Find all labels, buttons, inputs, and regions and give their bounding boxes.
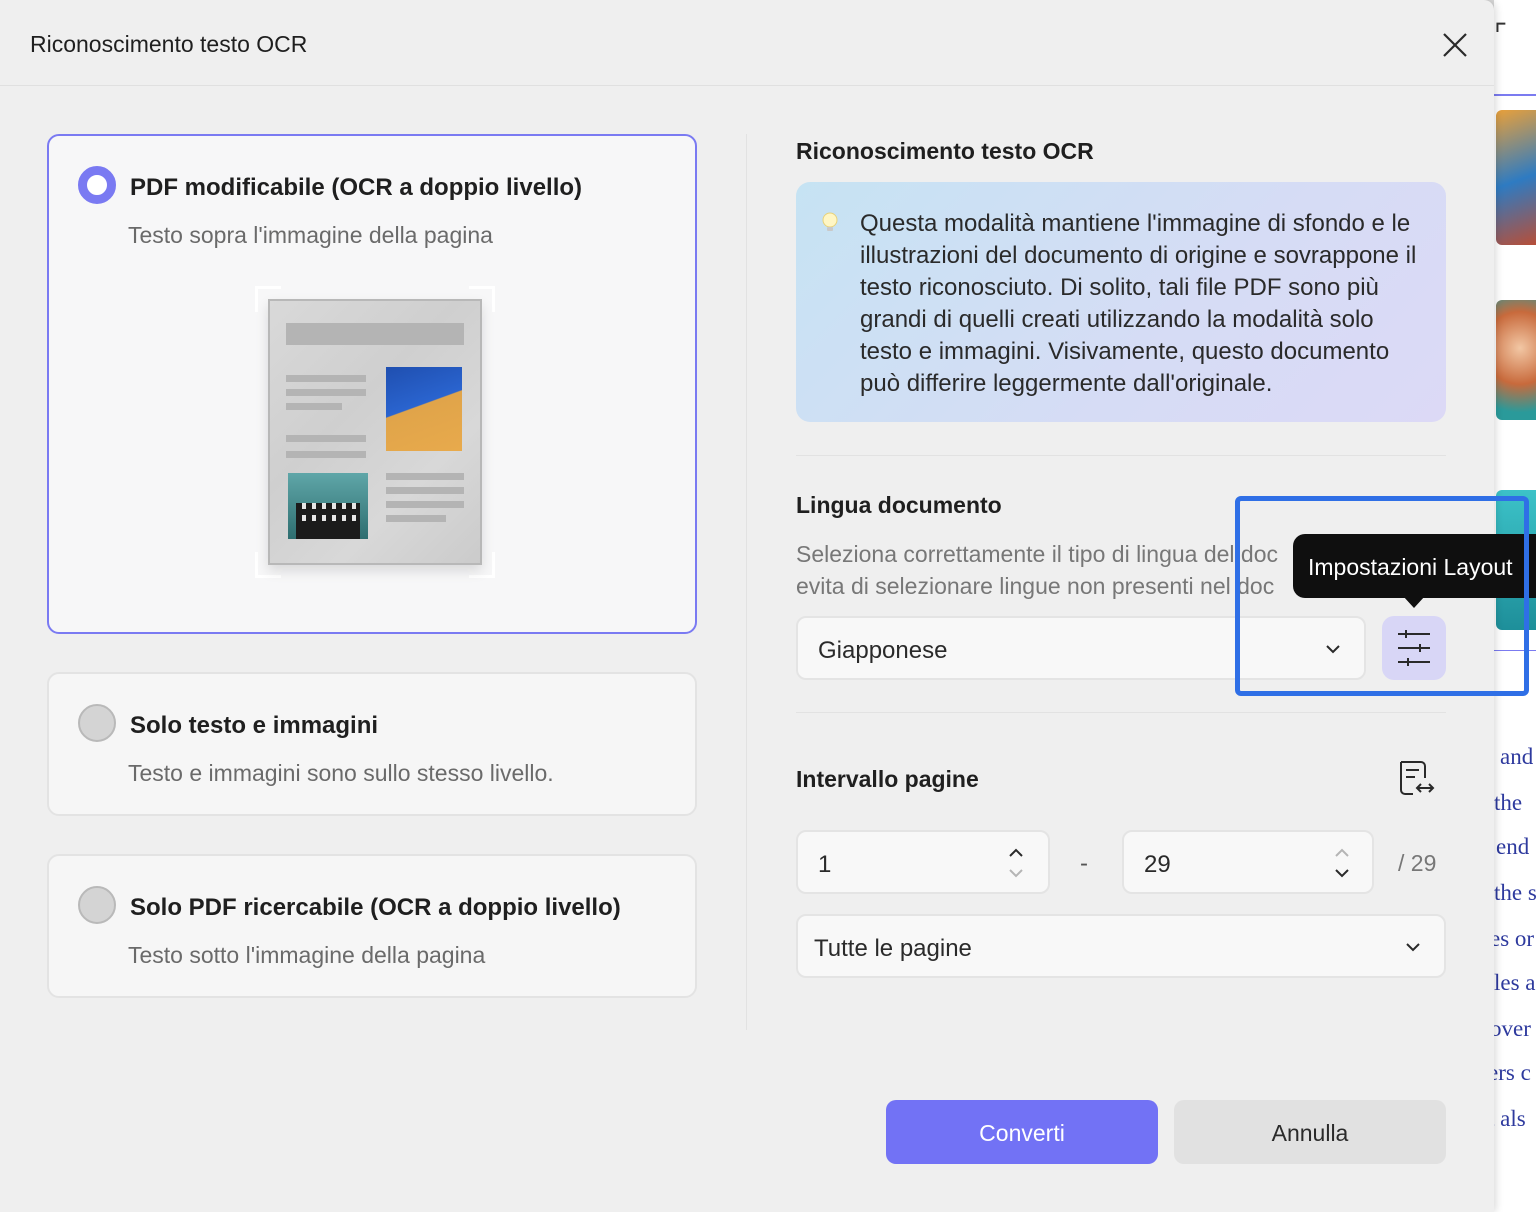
layout-settings-button[interactable] [1382,616,1446,680]
doc-text: es or [1494,926,1535,951]
page-range-value: Tutte le pagine [814,935,972,962]
layout-settings-tooltip: Impostazioni Layout [1293,534,1536,608]
range-separator: - [1080,850,1088,877]
lightbulb-icon [822,212,838,240]
page-from-value: 1 [818,851,832,878]
close-icon [1443,33,1467,57]
cancel-label: Annulla [1271,1120,1349,1146]
info-title: Riconoscimento testo OCR [796,138,1094,164]
doc-rule [1494,94,1536,96]
page-total: / 29 [1398,850,1437,876]
option-subtitle: Testo sopra l'immagine della pagina [128,222,493,248]
info-text: Questa modalità mantiene l'immagine di s… [860,210,1417,397]
doc-image [1496,110,1536,245]
background-document: ⌜ and the end the s es or les a over ers… [1494,0,1536,1212]
dialog-title: Riconoscimento testo OCR [30,31,308,57]
doc-text: the [1494,790,1523,815]
language-description-line: evita di selezionare lingue non presenti… [796,573,1275,599]
convert-label: Converti [979,1120,1065,1146]
info-box: Questa modalità mantiene l'immagine di s… [796,182,1446,422]
document-illustration [255,286,495,578]
chevron-down-icon [1326,645,1340,654]
option-title: PDF modificabile (OCR a doppio livello) [130,174,583,201]
radio-editable-pdf[interactable] [78,166,116,204]
page-to-value: 29 [1144,851,1171,878]
page-from-input[interactable]: 1 [796,830,1050,894]
doc-text: over [1494,1016,1531,1041]
cancel-button[interactable]: Annulla [1174,1100,1446,1164]
language-title: Lingua documento [796,492,1002,518]
option-editable-pdf[interactable]: PDF modificabile (OCR a doppio livello) … [47,134,697,634]
doc-text: and [1500,744,1534,769]
option-text-images[interactable]: Solo testo e immagini Testo e immagini s… [47,672,697,816]
section-divider [796,712,1446,713]
doc-text: les a [1494,970,1536,995]
doc-rule [1494,650,1536,651]
page-range-select[interactable]: Tutte le pagine [796,914,1446,978]
page-from-stepper-icon[interactable] [1006,844,1026,882]
ocr-dialog: Riconoscimento testo OCR PDF modificabil… [0,0,1494,1212]
option-title: Solo PDF ricercabile (OCR a doppio livel… [130,894,621,921]
option-title: Solo testo e immagini [130,712,379,739]
page-to-stepper-icon[interactable] [1332,844,1352,882]
language-description-line: Seleziona correttamente il tipo di lingu… [796,541,1279,567]
language-description: Seleziona correttamente il tipo di lingu… [796,538,1296,602]
page-range-icon[interactable] [1395,758,1437,800]
dialog-header: Riconoscimento testo OCR [0,0,1494,86]
doc-image [1496,300,1536,420]
page-range-title: Intervallo pagine [796,766,979,792]
doc-text: end [1496,834,1530,859]
sliders-icon [1398,630,1430,666]
tooltip-text: Impostazioni Layout [1308,554,1513,580]
option-searchable-pdf[interactable]: Solo PDF ricercabile (OCR a doppio livel… [47,854,697,998]
close-button[interactable] [1436,26,1474,64]
column-divider [746,134,747,1030]
section-divider [796,455,1446,456]
radio-text-images[interactable] [78,704,116,742]
doc-text: the s [1494,880,1536,905]
language-select[interactable]: Giapponese [796,616,1366,680]
tooltip-arrow [1403,596,1425,608]
doc-text: ers c [1494,1060,1531,1085]
option-subtitle: Testo e immagini sono sullo stesso livel… [128,760,554,786]
language-value: Giapponese [818,637,948,664]
chevron-down-icon [1406,943,1420,952]
convert-button[interactable]: Converti [886,1100,1158,1164]
radio-searchable-pdf[interactable] [78,886,116,924]
doc-text: t als [1494,1106,1526,1131]
option-subtitle: Testo sotto l'immagine della pagina [128,942,486,968]
page-to-input[interactable]: 29 [1122,830,1374,894]
expand-corner-icon[interactable]: ⌜ [1494,18,1507,51]
